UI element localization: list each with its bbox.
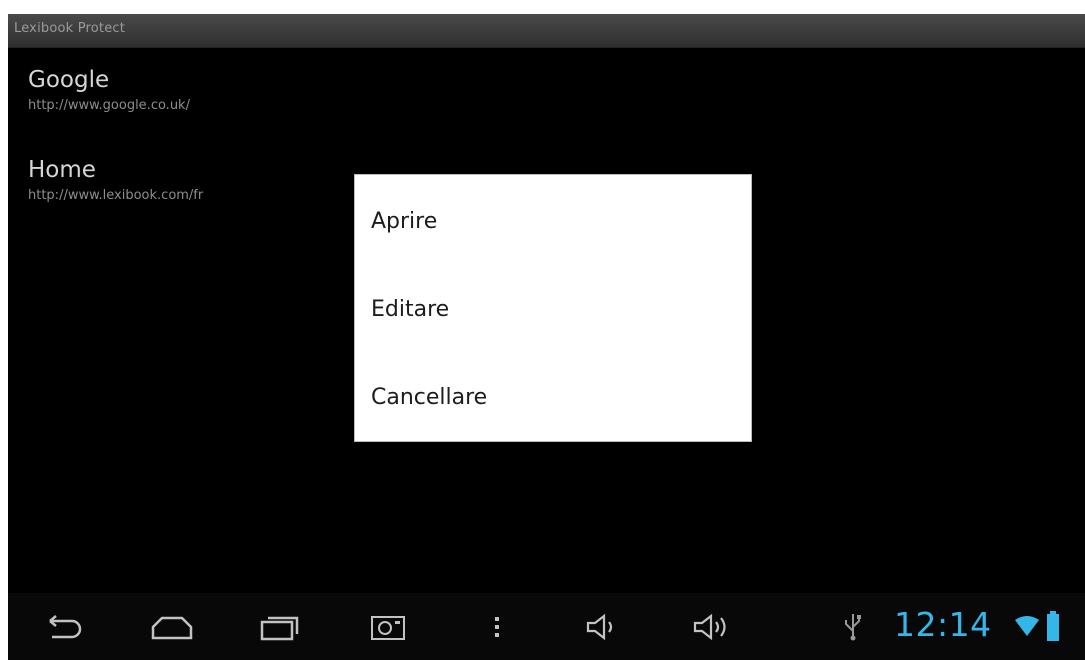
app-title: Lexibook Protect	[14, 21, 126, 36]
bookmark-url: http://www.google.co.uk/	[28, 98, 190, 113]
wifi-icon	[1014, 615, 1040, 637]
device-screen: Lexibook Protect Google http://www.googl…	[8, 14, 1085, 660]
volume-up-icon[interactable]	[690, 607, 734, 647]
menu-icon[interactable]	[475, 607, 519, 647]
back-icon[interactable]	[42, 607, 86, 647]
system-navigation-bar: 12:14	[8, 593, 1085, 660]
bookmark-url: http://www.lexibook.com/fr	[28, 188, 204, 203]
context-menu-dialog: Aprire Editare Cancellare	[354, 174, 752, 442]
screenshot-icon[interactable]	[366, 607, 410, 647]
status-clock: 12:14	[894, 605, 992, 644]
volume-down-icon[interactable]	[582, 607, 626, 647]
menu-item-open[interactable]: Aprire	[355, 177, 751, 265]
bookmark-item[interactable]: Google http://www.google.co.uk/	[28, 66, 190, 115]
bookmark-item[interactable]: Home http://www.lexibook.com/fr	[28, 156, 203, 205]
recent-apps-icon[interactable]	[258, 607, 302, 647]
title-bar: Lexibook Protect	[8, 14, 1085, 48]
menu-item-delete[interactable]: Cancellare	[355, 353, 751, 441]
menu-item-edit[interactable]: Editare	[355, 265, 751, 353]
home-icon[interactable]	[150, 607, 194, 647]
bookmark-title: Home	[28, 157, 96, 183]
bookmark-title: Google	[28, 67, 110, 93]
battery-icon	[1046, 610, 1060, 642]
usb-icon	[842, 611, 864, 641]
